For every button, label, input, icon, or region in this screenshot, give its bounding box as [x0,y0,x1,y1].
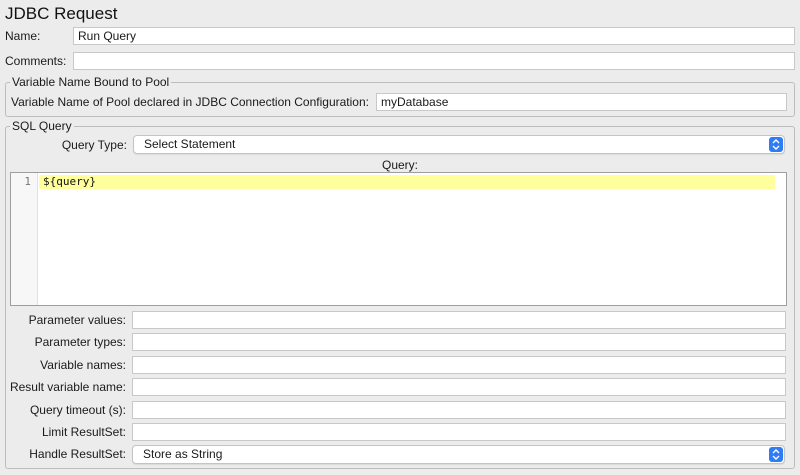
result-variable-name-field[interactable] [132,378,786,396]
updown-chevron-icon [769,137,783,152]
updown-chevron-icon [769,447,783,462]
result-variable-name-label: Result variable name: [9,380,126,394]
query-timeout-field[interactable] [132,401,786,419]
editor-gutter: 1 [11,173,38,305]
query-type-value: Select Statement [144,137,236,151]
parameter-values-field[interactable] [132,311,786,329]
pool-group-title: Variable Name Bound to Pool [10,75,172,89]
name-label: Name: [5,29,41,43]
comments-label: Comments: [5,54,67,68]
sql-query-group-title: SQL Query [10,119,74,133]
parameter-values-label: Parameter values: [28,313,126,327]
handle-resultset-value: Store as String [143,447,223,461]
query-code[interactable]: ${query} [43,175,96,189]
highlighted-line: ${query} [39,175,775,189]
limit-resultset-label: Limit ResultSet: [41,425,126,439]
parameter-types-label: Parameter types: [34,335,126,349]
pool-variable-field[interactable]: myDatabase [376,93,787,111]
query-editor[interactable]: 1 ${query} [10,172,787,306]
handle-resultset-select[interactable]: Store as String [132,445,785,464]
panel-title: JDBC Request [5,4,118,23]
query-timeout-label: Query timeout (s): [29,403,126,417]
query-type-label: Query Type: [61,138,127,152]
parameter-types-field[interactable] [132,333,786,351]
pool-variable-label: Variable Name of Pool declared in JDBC C… [11,95,369,109]
variable-names-label: Variable names: [40,358,126,372]
name-field[interactable]: Run Query [73,27,795,45]
limit-resultset-field[interactable] [132,423,786,441]
variable-names-field[interactable] [132,356,786,374]
query-type-select[interactable]: Select Statement [133,135,785,154]
handle-resultset-label: Handle ResultSet: [29,447,126,461]
comments-field[interactable] [73,52,795,70]
line-number: 1 [24,175,31,188]
